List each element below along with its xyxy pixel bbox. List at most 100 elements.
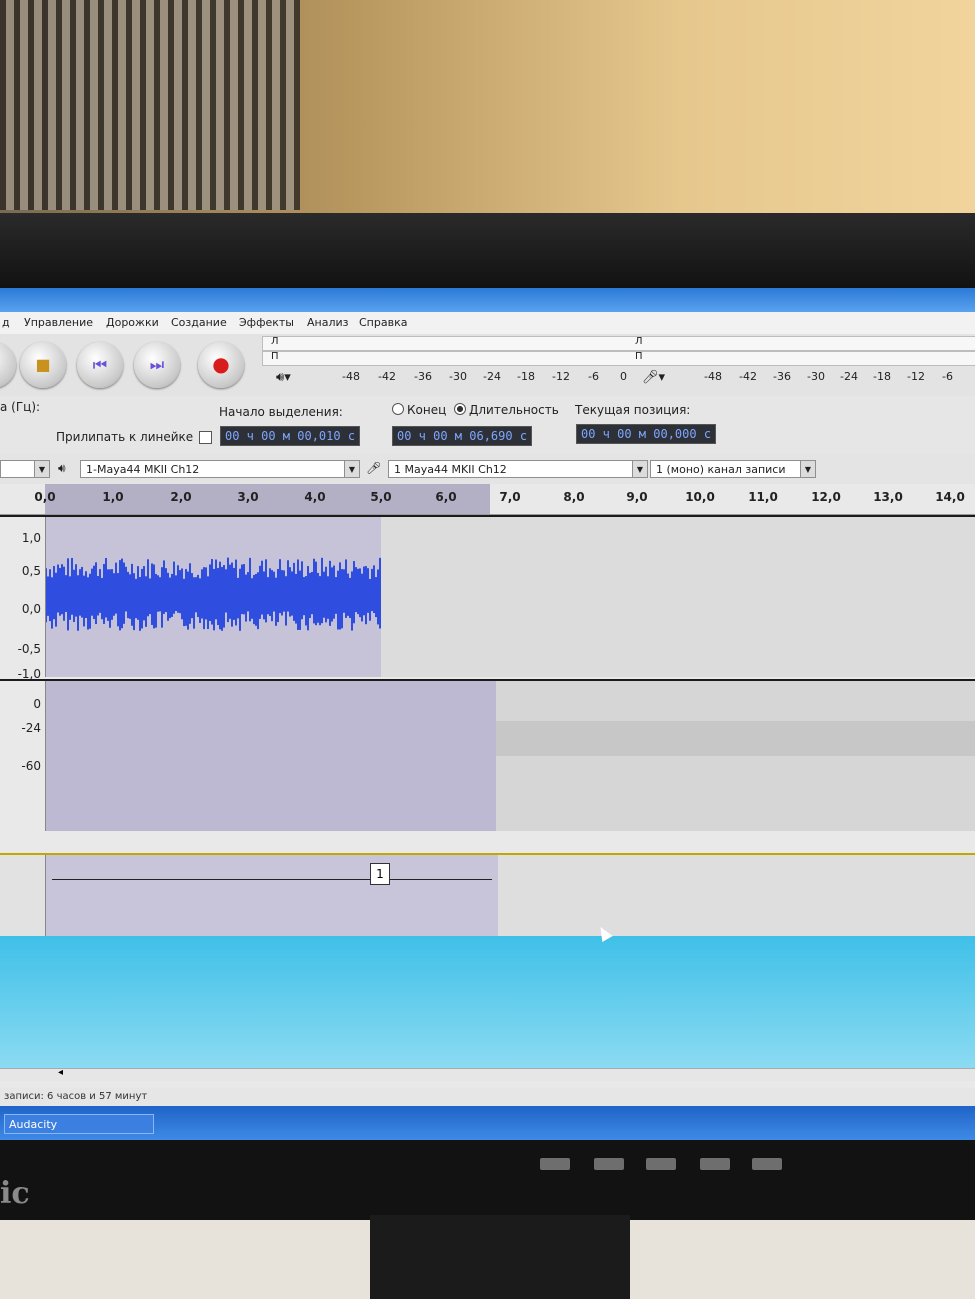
empty-track-area [0,936,975,1074]
ruler-tick: 3,0 [237,490,259,504]
record-device-select[interactable]: 1 Maya44 MKII Ch12 ▼ [388,460,648,478]
menu-item-effects[interactable]: Эффекты [239,316,294,329]
speaker-icon[interactable]: 🔊︎▾ [276,370,291,385]
skip-start-button[interactable]: ⏮ [77,342,123,388]
menu-item-help[interactable]: Справка [359,316,407,329]
audio-position-label: Текущая позиция: [575,403,691,417]
playback-device-value: 1-Maya44 MKII Ch12 [86,463,200,476]
monitor-button[interactable] [752,1158,782,1170]
waveform-track[interactable]: 1,0 0,5 0,0 -0,5 -1,0 [0,515,975,681]
monitor-button[interactable] [594,1158,624,1170]
record-scale-tick: -30 [807,370,825,383]
record-icon: ● [212,352,230,376]
monitor-screen: д Управление Дорожки Создание Эффекты Ан… [0,288,975,1140]
menu-item-tracks[interactable]: Дорожки [106,316,159,329]
level-meters: Л Л П П 🔊︎▾ -48 -42 -36 -30 -24 -18 -12 … [262,334,975,396]
playback-scale-tick: -6 [588,370,599,383]
waveform-scale-label: -0,5 [17,642,41,656]
menu-item-transport[interactable]: Управление [24,316,93,329]
monitor-button[interactable] [540,1158,570,1170]
play-icon: ▶ [0,355,16,374]
horizontal-scrollbar[interactable]: ◂ [0,1067,975,1081]
spectrum-track[interactable]: 0 -24 -60 [0,679,975,831]
label-span-line [52,879,492,880]
monitor-brand-logo: ic [0,1176,30,1211]
stop-icon: ■ [35,355,51,374]
microphone-icon[interactable]: 🎤︎▾ [642,370,665,385]
record-channels-select[interactable]: 1 (моно) канал записи ▼ [650,460,816,478]
spectrum-track-vruler: 0 -24 -60 [0,681,46,831]
ruler-tick: 0,0 [34,490,56,504]
end-radio-label: Конец [407,403,447,417]
snap-to-label: Прилипать к линейке [56,430,194,444]
label-marker[interactable]: 1 [370,863,390,885]
playback-scale-tick: -18 [517,370,535,383]
taskbar-audacity-button[interactable]: Audacity [4,1114,154,1134]
record-scale-tick: -42 [739,370,757,383]
length-radio-label: Длительность [469,403,559,417]
record-scale-tick: -36 [773,370,791,383]
meter-right-label: П [271,351,279,362]
background-radiator [0,0,300,210]
label-track[interactable]: 1 [0,853,975,937]
waveform-scale-label: 0,5 [21,564,41,578]
record-scale-tick: -48 [704,370,722,383]
audio-position-field[interactable]: 00 ч 00 м 00,000 с [576,424,717,444]
record-scale-tick: -6 [942,370,953,383]
ruler-tick: 8,0 [563,490,585,504]
skip-end-icon: ⏭ [149,355,165,374]
record-meter-right-label: П [635,351,643,362]
record-scale-tick: -18 [873,370,891,383]
menu-item-generate[interactable]: Создание [171,316,227,329]
label-track-area[interactable] [46,855,975,937]
waveform-area[interactable] [46,517,975,677]
play-button[interactable]: ▶ [0,342,16,388]
speaker-icon: 🔊︎ [58,461,66,475]
record-scale-tick: -24 [840,370,858,383]
end-radio[interactable] [392,403,404,415]
playback-scale-tick: -30 [449,370,467,383]
menu-item-edit[interactable]: д [2,316,10,329]
selection-length-field[interactable]: 00 ч 00 м 06,690 с [392,426,533,446]
monitor-button[interactable] [646,1158,676,1170]
menu-bar: д Управление Дорожки Создание Эффекты Ан… [0,312,975,334]
snap-to-checkbox[interactable] [199,431,212,444]
label-track-info [0,855,46,937]
selection-start-field[interactable]: 00 ч 00 м 00,010 с [220,426,361,446]
playback-scale-tick: -12 [552,370,570,383]
timeline-ruler[interactable]: 0,0 1,0 2,0 3,0 4,0 5,0 6,0 7,0 8,0 9,0 … [0,484,975,515]
ruler-tick: 13,0 [873,490,903,504]
record-scale-tick: -12 [907,370,925,383]
scroll-left-icon[interactable]: ◂ [58,1067,63,1078]
skip-start-icon: ⏮ [92,355,108,374]
monitor-button[interactable] [700,1158,730,1170]
ruler-tick: 6,0 [435,490,457,504]
record-channels-value: 1 (моно) канал записи [656,463,786,476]
skip-end-button[interactable]: ⏭ [134,342,180,388]
spectrum-scale-label: 0 [33,697,41,711]
status-bar: записи: 6 часов и 57 минут [0,1088,975,1106]
ruler-tick: 10,0 [685,490,715,504]
playback-device-select[interactable]: 1-Maya44 MKII Ch12 ▼ [80,460,360,478]
playback-scale-tick: -36 [414,370,432,383]
playback-scale-tick: -24 [483,370,501,383]
meter-right-row: П П [262,351,975,366]
audio-host-select[interactable]: ▼ [0,460,50,478]
stop-button[interactable]: ■ [20,342,66,388]
ruler-tick: 14,0 [935,490,965,504]
microphone-icon: 🎤︎ [366,461,382,475]
length-radio[interactable] [454,403,466,415]
ruler-tick: 11,0 [748,490,778,504]
window-title-strip [0,288,975,312]
record-button[interactable]: ● [198,342,244,388]
project-rate-label: а (Гц): [0,400,41,414]
taskbar: Audacity [0,1106,975,1140]
monitor-bezel-bottom [0,1140,975,1220]
menu-item-analyze[interactable]: Анализ [307,316,349,329]
playback-scale-tick: -48 [342,370,360,383]
ruler-tick: 9,0 [626,490,648,504]
ruler-tick: 2,0 [170,490,192,504]
spectrum-area[interactable] [46,681,975,831]
spectrum-band [496,721,975,756]
selection-start-label: Начало выделения: [219,405,343,419]
